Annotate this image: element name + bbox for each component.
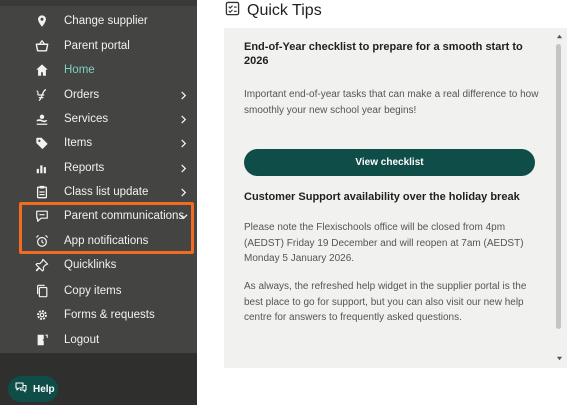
basket-icon (34, 38, 50, 54)
chevron-right-icon (178, 114, 188, 124)
gear-icon (34, 307, 50, 323)
sidebar-item-services[interactable]: Services (0, 107, 197, 131)
main-content: Quick Tips End-of-Year checklist to prep… (197, 0, 585, 405)
sidebar-item-label: Class list update (64, 186, 149, 198)
scroll-up-arrow-icon[interactable] (555, 32, 563, 40)
sidebar-item-label: Forms & requests (64, 309, 155, 321)
page-title: Quick Tips (247, 2, 322, 19)
sidebar-item-class-list-update[interactable]: Class list update (0, 180, 197, 204)
tip-paragraph-help: As always, the refreshed help widget in … (244, 281, 527, 323)
tip-heading-support: Customer Support availability over the h… (244, 191, 520, 203)
sidebar-item-label: Parent communications (64, 210, 185, 222)
help-label: Help (33, 383, 55, 395)
chevron-right-icon (178, 163, 188, 173)
quick-tips-panel: End-of-Year checklist to prepare for a s… (224, 28, 567, 368)
sidebar-item-label: Quicklinks (64, 259, 117, 271)
help-button[interactable]: Help (8, 376, 58, 402)
tip-paragraph-closure: Please note the Flexischools office will… (244, 222, 524, 264)
sidebar-top-strip (0, 0, 197, 6)
chevron-right-icon (178, 138, 188, 148)
services-icon (34, 111, 50, 127)
sidebar-item-orders[interactable]: Orders (0, 83, 197, 107)
pin-icon (34, 257, 50, 273)
help-chat-icon (15, 380, 27, 398)
sidebar-item-quicklinks[interactable]: Quicklinks (0, 253, 197, 277)
quick-tips-header: Quick Tips (225, 0, 322, 22)
bar-chart-icon (34, 160, 50, 176)
tag-icon (34, 135, 50, 151)
sidebar-item-logout[interactable]: Logout (0, 328, 197, 352)
sidebar-item-change-supplier[interactable]: Change supplier (0, 9, 197, 33)
chevron-down-icon (178, 211, 188, 221)
tip-heading-checklist: End-of-Year checklist to prepare for a s… (244, 41, 523, 67)
alarm-icon (34, 233, 50, 249)
sidebar-item-app-notifications[interactable]: App notifications (0, 229, 197, 253)
chevron-right-icon (178, 90, 188, 100)
sidebar-item-label: Orders (64, 89, 100, 101)
tip-paragraph-checklist: Important end-of-year tasks that can mak… (244, 89, 539, 116)
sidebar-item-items[interactable]: Items (0, 131, 197, 155)
clipboard-icon (34, 184, 50, 200)
copy-icon (34, 283, 50, 299)
view-checklist-button[interactable]: View checklist (244, 149, 535, 176)
sidebar-item-label: Reports (64, 162, 105, 174)
scrollbar-thumb[interactable] (556, 44, 561, 329)
sidebar-item-label: Logout (64, 334, 100, 346)
sidebar-item-home[interactable]: Home (0, 58, 197, 82)
map-pin-icon (34, 13, 50, 29)
logout-icon (34, 332, 50, 348)
chevron-right-icon (178, 187, 188, 197)
sidebar-item-label: Services (64, 113, 109, 125)
sidebar-item-label: Copy items (64, 285, 122, 297)
home-icon (34, 62, 50, 78)
chat-icon (34, 208, 50, 224)
sidebar-item-parent-portal[interactable]: Parent portal (0, 34, 197, 58)
panel-scrollbar[interactable] (555, 32, 563, 362)
sidebar-item-label: Items (64, 137, 93, 149)
orders-icon (34, 87, 50, 103)
sidebar-item-parent-communications[interactable]: Parent communications (0, 204, 197, 228)
sidebar-item-label: Parent portal (64, 40, 130, 52)
sidebar-item-reports[interactable]: Reports (0, 156, 197, 180)
sidebar-item-forms-requests[interactable]: Forms & requests (0, 303, 197, 327)
sidebar-item-copy-items[interactable]: Copy items (0, 279, 197, 303)
checklist-icon (225, 1, 240, 21)
sidebar-item-label: App notifications (64, 235, 149, 247)
sidebar-item-label: Change supplier (64, 15, 148, 27)
scroll-down-arrow-icon[interactable] (555, 354, 563, 362)
sidebar-item-label: Home (64, 64, 95, 76)
sidebar: Change supplier Parent portal Home Order… (0, 0, 197, 405)
